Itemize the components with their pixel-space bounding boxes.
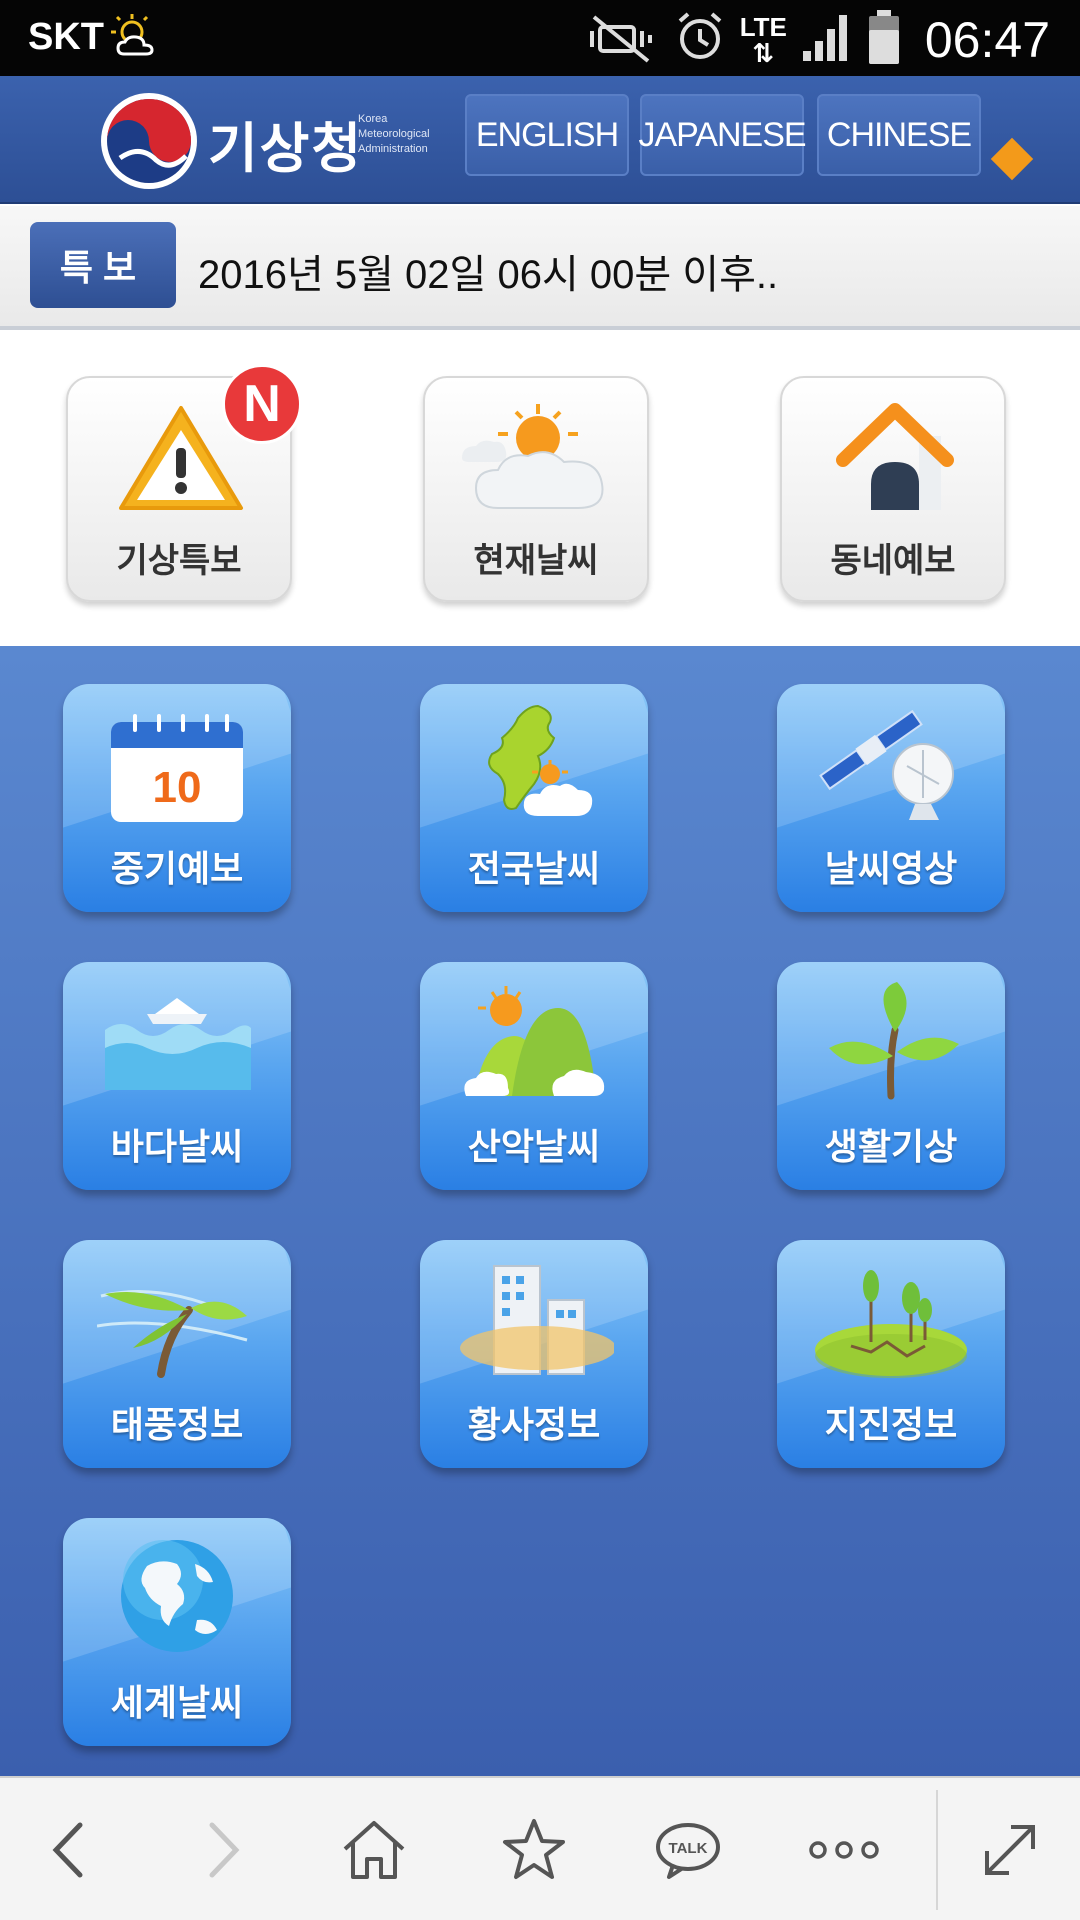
tile-label: 현재날씨: [473, 542, 599, 580]
battery-icon: [867, 8, 901, 71]
alert-text[interactable]: 2016년 5월 02일 06시 00분 이후..: [198, 242, 778, 300]
tile-label: 날씨영상: [824, 848, 958, 889]
kma-logo-icon[interactable]: [100, 92, 198, 190]
bookmark-button[interactable]: [490, 1806, 578, 1894]
yellow-dust-tile[interactable]: 황사정보: [420, 1240, 648, 1468]
tile-label: 기상특보: [116, 542, 242, 580]
talk-icon: TALK: [656, 1823, 720, 1879]
current-weather-tile[interactable]: 현재날씨: [423, 376, 649, 602]
weather-video-tile[interactable]: 날씨영상: [777, 684, 1005, 912]
alert-badge[interactable]: 특보: [30, 222, 176, 308]
english-button[interactable]: ENGLISH: [465, 94, 629, 176]
back-button[interactable]: [24, 1806, 112, 1894]
typhoon-icon: [97, 1290, 248, 1378]
brand-subtitle: Korea Meteorological Administration: [358, 112, 430, 157]
sprout-icon: [829, 982, 959, 1100]
world-weather-tile[interactable]: 세계날씨: [63, 1518, 291, 1746]
network-type: LTE ⇅: [740, 14, 787, 66]
tile-label: 생활기상: [824, 1126, 958, 1167]
typhoon-tile[interactable]: 태풍정보: [63, 1240, 291, 1468]
data-arrows-icon: ⇅: [752, 37, 775, 68]
tile-label: 동네예보: [830, 542, 956, 580]
forward-icon: [209, 1822, 240, 1878]
satellite-icon: [819, 709, 954, 820]
toolbar-divider: [936, 1790, 938, 1910]
japanese-button[interactable]: JAPANESE: [638, 94, 807, 176]
alarm-icon: [674, 9, 726, 70]
globe-icon: [121, 1540, 233, 1652]
carrier-label: SKT: [28, 16, 104, 58]
tile-label: 중기예보: [110, 848, 244, 889]
mountain-icon: [464, 986, 605, 1096]
menu-grid: 10 중기예보 전국날씨 날씨영상 바다날씨 산악날씨 생활기상 태풍정보 황사…: [0, 646, 1080, 1776]
status-bar: SKT LTE ⇅ 06:47: [0, 0, 1080, 76]
chinese-button[interactable]: CHINESE: [817, 94, 981, 176]
forward-button[interactable]: [180, 1806, 268, 1894]
earthquake-tile[interactable]: 지진정보: [777, 1240, 1005, 1468]
tile-label: 산악날씨: [467, 1126, 601, 1167]
expand-icon: [985, 1825, 1035, 1875]
home-button[interactable]: [330, 1806, 418, 1894]
sea-icon: [105, 998, 251, 1090]
weather-status-icon: [106, 12, 162, 67]
clock: 06:47: [924, 11, 1050, 68]
alert-bar[interactable]: 특보 2016년 5월 02일 06시 00분 이후..: [0, 206, 1080, 330]
star-icon: [503, 1819, 565, 1879]
signal-icon: [801, 11, 853, 68]
brand-subtitle-line: Korea: [358, 113, 388, 125]
tile-label: 황사정보: [467, 1404, 601, 1445]
talk-label: TALK: [669, 1840, 708, 1857]
national-weather-tile[interactable]: 전국날씨: [420, 684, 648, 912]
tile-label: 지진정보: [824, 1404, 958, 1445]
local-forecast-tile[interactable]: 동네예보: [780, 376, 1006, 602]
tile-label: 전국날씨: [467, 848, 601, 889]
house-icon: [836, 403, 954, 510]
brand-subtitle-line: Meteorological: [358, 128, 430, 140]
more-icon: [809, 1841, 879, 1859]
korea-map-icon: [488, 704, 593, 816]
status-icons: LTE ⇅ 06:47: [586, 8, 1050, 71]
home-icon: [343, 1821, 405, 1879]
tile-label: 태풍정보: [110, 1404, 244, 1445]
calendar-icon: 10: [111, 714, 243, 822]
browser-toolbar: TALK: [0, 1776, 1080, 1920]
brand-name[interactable]: 기상청: [208, 104, 363, 183]
yellow-dust-icon: [460, 1265, 614, 1375]
more-button[interactable]: [800, 1806, 888, 1894]
sun-cloud-icon: [462, 404, 604, 509]
primary-menu: 기상특보 현재날씨 동네예보: [0, 334, 1080, 646]
tile-label: 세계날씨: [110, 1682, 244, 1723]
mute-icon: [586, 9, 660, 70]
calendar-day: 10: [153, 763, 202, 812]
back-icon: [52, 1822, 83, 1878]
tile-label: 바다날씨: [110, 1126, 244, 1167]
fullscreen-button[interactable]: [966, 1806, 1054, 1894]
kakao-talk-button[interactable]: TALK: [644, 1806, 732, 1894]
diamond-icon: [990, 137, 1034, 181]
sea-weather-tile[interactable]: 바다날씨: [63, 962, 291, 1190]
brand-subtitle-line: Administration: [358, 143, 428, 155]
new-badge: N: [222, 364, 302, 444]
mountain-weather-tile[interactable]: 산악날씨: [420, 962, 648, 1190]
earthquake-icon: [815, 1270, 967, 1378]
site-header: 기상청 Korea Meteorological Administration …: [0, 76, 1080, 204]
mid-term-forecast-tile[interactable]: 10 중기예보: [63, 684, 291, 912]
living-weather-tile[interactable]: 생활기상: [777, 962, 1005, 1190]
